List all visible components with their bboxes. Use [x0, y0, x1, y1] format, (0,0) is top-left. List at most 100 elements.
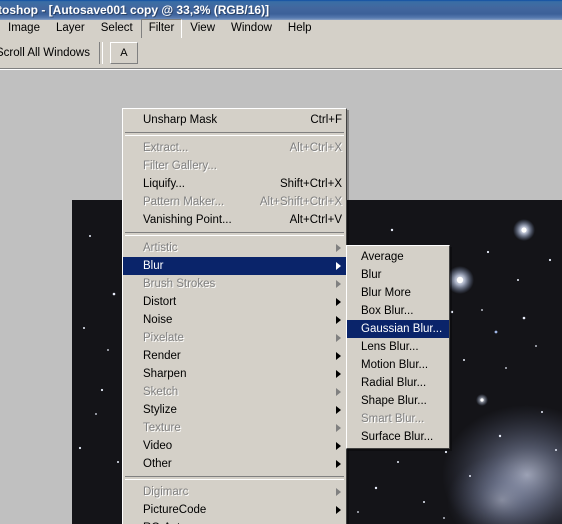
blur-submenu-item-gaussian-blur[interactable]: Gaussian Blur... [347, 320, 449, 338]
menubar-item-view[interactable]: View [182, 19, 223, 39]
filter-menu-item-label: Pixelate [143, 332, 184, 344]
submenu-arrow-icon [336, 388, 341, 396]
submenu-arrow-icon [336, 316, 341, 324]
submenu-arrow-icon [336, 406, 341, 414]
filter-menu-item-digimarc: Digimarc [123, 483, 346, 501]
filter-menu-item-rc-astro[interactable]: RC-Astro [123, 519, 346, 524]
filter-menu-item-noise[interactable]: Noise [123, 311, 346, 329]
filter-menu-item-picturecode[interactable]: PictureCode [123, 501, 346, 519]
submenu-arrow-icon [336, 488, 341, 496]
menubar-item-select[interactable]: Select [93, 19, 141, 39]
submenu-arrow-icon [336, 280, 341, 288]
submenu-arrow-icon [336, 370, 341, 378]
filter-menu-item-shortcut: Alt+Shift+Ctrl+X [259, 196, 342, 208]
filter-menu-item-render[interactable]: Render [123, 347, 346, 365]
blur-submenu-item-label: Box Blur... [361, 305, 414, 317]
submenu-arrow-icon [336, 460, 341, 468]
submenu-arrow-icon [336, 506, 341, 514]
filter-menu-item-other[interactable]: Other [123, 455, 346, 473]
filter-menu-item-label: PictureCode [143, 504, 207, 516]
submenu-arrow-icon [336, 352, 341, 360]
filter-menu-item-label: Other [143, 458, 172, 470]
filter-menu-separator [125, 132, 344, 136]
blur-submenu-item-shape-blur[interactable]: Shape Blur... [347, 392, 449, 410]
blur-submenu-item-label: Lens Blur... [361, 341, 419, 353]
blur-submenu[interactable]: Average Blur Blur More Box Blur... Gaussian … [346, 245, 450, 449]
blur-submenu-item-label: Average [361, 251, 404, 263]
filter-menu-item-stylize[interactable]: Stylize [123, 401, 346, 419]
filter-menu-item-label: Distort [143, 296, 177, 308]
blur-submenu-item-blur-more[interactable]: Blur More [347, 284, 449, 302]
filter-menu-item-extract: Extract... Alt+Ctrl+X [123, 139, 346, 157]
filter-menu-item-label: Liquify... [143, 178, 185, 190]
filter-menu-item-vanishing-point[interactable]: Vanishing Point... Alt+Ctrl+V [123, 211, 346, 229]
submenu-arrow-icon [336, 442, 341, 450]
blur-submenu-item-surface-blur[interactable]: Surface Blur... [347, 428, 449, 446]
menubar-item-window[interactable]: Window [223, 19, 280, 39]
filter-menu-item-blur[interactable]: Blur [123, 257, 346, 275]
blur-submenu-item-smart-blur: Smart Blur... [347, 410, 449, 428]
filter-menu-item-label: Filter Gallery... [143, 160, 217, 172]
blur-submenu-item-label: Smart Blur... [361, 413, 425, 425]
menubar: Image Layer Select Filter View Window Help [0, 19, 562, 39]
blur-submenu-item-radial-blur[interactable]: Radial Blur... [347, 374, 449, 392]
filter-menu-item-label: Extract... [143, 142, 189, 154]
submenu-arrow-icon [336, 262, 341, 270]
filter-menu-item-unsharp-mask[interactable]: Unsharp Mask Ctrl+F [123, 111, 346, 129]
filter-menu-item-shortcut: Ctrl+F [310, 114, 342, 126]
filter-menu-item-texture: Texture [123, 419, 346, 437]
blur-submenu-item-box-blur[interactable]: Box Blur... [347, 302, 449, 320]
blur-submenu-item-average[interactable]: Average [347, 248, 449, 266]
blur-submenu-item-motion-blur[interactable]: Motion Blur... [347, 356, 449, 374]
workspace: Unsharp Mask Ctrl+F Extract... Alt+Ctrl+X Fi… [0, 70, 562, 524]
filter-menu-item-label: Pattern Maker... [143, 196, 225, 208]
blur-submenu-item-label: Shape Blur... [361, 395, 427, 407]
menubar-item-image[interactable]: Image [0, 19, 48, 39]
filter-menu-item-liquify[interactable]: Liquify... Shift+Ctrl+X [123, 175, 346, 193]
filter-menu-item-label: Digimarc [143, 486, 189, 498]
scroll-all-windows-label[interactable]: Scroll All Windows [0, 47, 90, 59]
filter-menu-item-video[interactable]: Video [123, 437, 346, 455]
filter-menu-item-shortcut: Shift+Ctrl+X [280, 178, 342, 190]
filter-menu-item-pattern-maker: Pattern Maker... Alt+Shift+Ctrl+X [123, 193, 346, 211]
filter-menu-item-brush-strokes: Brush Strokes [123, 275, 346, 293]
filter-menu-item-label: Noise [143, 314, 173, 326]
options-separator [98, 42, 103, 64]
filter-menu-item-artistic: Artistic [123, 239, 346, 257]
submenu-arrow-icon [336, 298, 341, 306]
menubar-item-help[interactable]: Help [280, 19, 320, 39]
filter-menu-item-sketch: Sketch [123, 383, 346, 401]
options-preset-button[interactable]: A [109, 42, 138, 64]
blur-submenu-item-label: Motion Blur... [361, 359, 429, 371]
filter-menu-item-label: Sharpen [143, 368, 187, 380]
options-bar: Scroll All Windows A [0, 38, 562, 68]
blur-submenu-item-blur[interactable]: Blur [347, 266, 449, 284]
filter-menu-item-label: Artistic [143, 242, 178, 254]
filter-menu-item-label: RC-Astro [143, 519, 330, 524]
blur-submenu-item-lens-blur[interactable]: Lens Blur... [347, 338, 449, 356]
submenu-arrow-icon [336, 334, 341, 342]
window-titlebar[interactable]: toshop - [Autosave001 copy @ 33,3% (RGB/… [0, 0, 562, 20]
filter-menu-item-label: Blur [143, 260, 164, 272]
blur-submenu-item-label: Blur More [361, 287, 411, 299]
filter-menu-item-label: Unsharp Mask [143, 114, 218, 126]
submenu-arrow-icon [336, 424, 341, 432]
blur-submenu-item-label: Radial Blur... [361, 377, 427, 389]
menubar-item-filter[interactable]: Filter [140, 19, 183, 39]
filter-menu-item-label: Brush Strokes [143, 278, 216, 290]
filter-menu-item-label: Vanishing Point... [143, 214, 232, 226]
filter-menu-separator [125, 476, 344, 480]
filter-menu-item-distort[interactable]: Distort [123, 293, 346, 311]
filter-menu[interactable]: Unsharp Mask Ctrl+F Extract... Alt+Ctrl+X Fi… [122, 108, 347, 524]
filter-menu-item-pixelate: Pixelate [123, 329, 346, 347]
filter-menu-item-label: Video [143, 440, 173, 452]
blur-submenu-item-label: Blur [361, 269, 382, 281]
filter-menu-item-label: Sketch [143, 386, 179, 398]
filter-menu-separator [125, 232, 344, 236]
filter-menu-item-shortcut: Alt+Ctrl+V [289, 214, 342, 226]
menubar-item-layer[interactable]: Layer [48, 19, 93, 39]
filter-menu-item-label: Render [143, 350, 181, 362]
blur-submenu-item-label: Gaussian Blur... [361, 323, 443, 335]
filter-menu-item-shortcut: Alt+Ctrl+X [289, 142, 342, 154]
filter-menu-item-sharpen[interactable]: Sharpen [123, 365, 346, 383]
